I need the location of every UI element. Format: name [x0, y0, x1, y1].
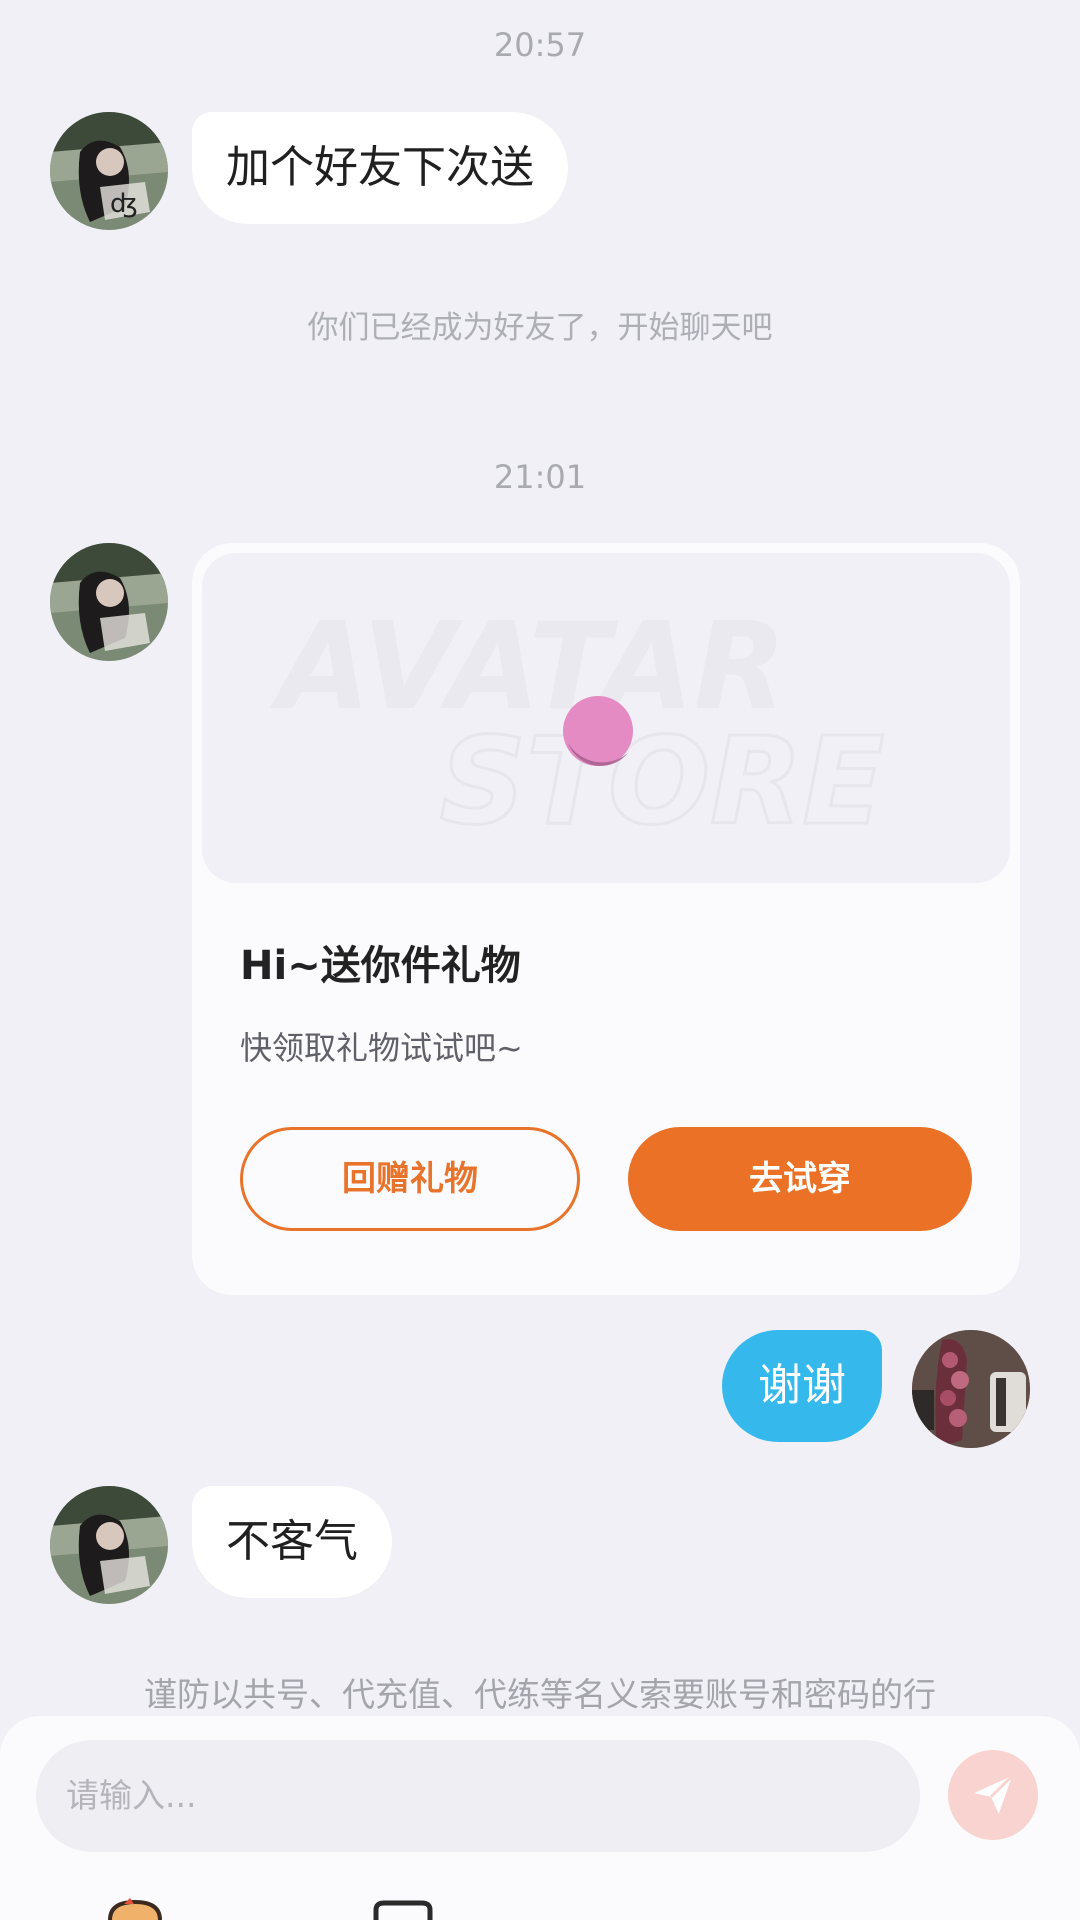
send-button[interactable] — [948, 1750, 1038, 1840]
self-avatar-image — [912, 1330, 1030, 1448]
timestamp: 20:57 — [493, 26, 587, 64]
contact-avatar[interactable] — [50, 1486, 168, 1604]
watermark-line2: STORE — [440, 713, 885, 852]
paper-plane-icon — [973, 1774, 1014, 1815]
gift-subtitle: 快领取礼物试试吧~ — [240, 1029, 523, 1067]
contact-avatar[interactable]: ʤ — [50, 112, 168, 230]
image-icon[interactable] — [372, 1900, 434, 1920]
input-placeholder: 请输入... — [66, 1776, 197, 1815]
system-notice: 你们已经成为好友了，开始聊天吧 — [307, 310, 773, 346]
composer-panel: 请输入... — [0, 1716, 1080, 1920]
return-gift-button[interactable]: 回赠礼物 — [240, 1127, 580, 1231]
message-input[interactable]: 请输入... — [36, 1740, 920, 1852]
self-avatar[interactable] — [912, 1330, 1030, 1448]
contact-avatar-image — [50, 1486, 168, 1604]
contact-avatar-image: ʤ — [50, 112, 168, 230]
sticker-character-icon[interactable] — [100, 1898, 170, 1920]
gift-card[interactable]: AVATAR STORE Hi~送你件礼物 快领取礼物试试吧~ 回赠礼物 去试穿 — [192, 543, 1020, 1295]
avatar-store-watermark: AVATAR STORE — [270, 598, 886, 854]
message-bubble[interactable]: 不客气 — [192, 1486, 392, 1598]
self-message-bubble[interactable]: 谢谢 — [722, 1330, 882, 1442]
loading-dot-icon — [563, 696, 633, 766]
gift-banner: AVATAR STORE — [202, 553, 1010, 883]
contact-avatar[interactable] — [50, 543, 168, 661]
try-on-button[interactable]: 去试穿 — [628, 1127, 972, 1231]
security-warning: 谨防以共号、代充值、代练等名义索要账号和密码的行 — [144, 1675, 936, 1714]
contact-avatar-image — [50, 543, 168, 661]
svg-text:ʤ: ʤ — [110, 189, 138, 219]
message-bubble[interactable]: 加个好友下次送 — [192, 112, 568, 224]
timestamp: 21:01 — [493, 458, 587, 496]
gift-title: Hi~送你件礼物 — [240, 943, 521, 989]
